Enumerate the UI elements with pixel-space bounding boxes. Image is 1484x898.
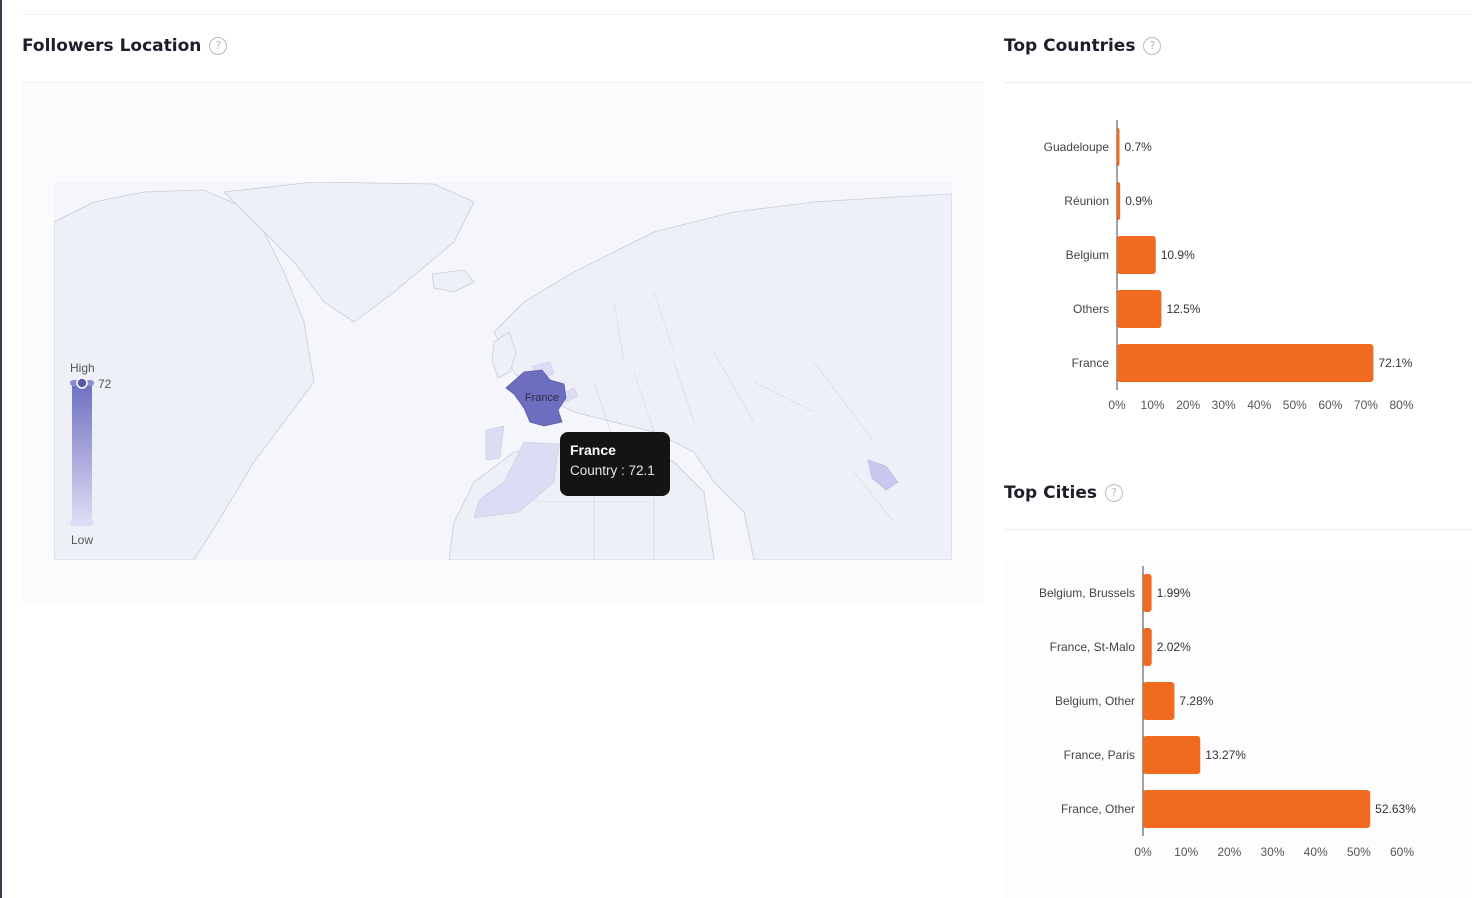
top-divider <box>22 14 1472 15</box>
tick-label: 30% <box>1212 398 1236 412</box>
followers-location-title: Followers Location ? <box>22 36 228 56</box>
top-countries-title: Top Countries ? <box>1004 36 1162 56</box>
help-icon[interactable]: ? <box>209 37 228 55</box>
bar[interactable] <box>1143 628 1152 666</box>
tooltip-title: France <box>570 442 616 458</box>
category-label: Belgium <box>1066 248 1109 262</box>
top-countries-chart[interactable]: Guadeloupe 0.7% Réunion 0.9% Belgium 10.9% Oth… <box>1004 120 1474 420</box>
category-label: Others <box>1073 302 1109 316</box>
top-countries-divider <box>1004 82 1472 83</box>
top-cities-divider <box>1004 529 1472 530</box>
value-label: 52.63% <box>1375 802 1416 816</box>
tick-label: 50% <box>1347 845 1371 859</box>
top-cities-title-text: Top Cities <box>1004 483 1098 503</box>
legend-low-label: Low <box>71 533 94 547</box>
tick-label: 80% <box>1389 398 1413 412</box>
category-label: France, St-Malo <box>1050 640 1136 654</box>
bar[interactable] <box>1117 128 1120 166</box>
bar[interactable] <box>1143 682 1175 720</box>
tick-label: 20% <box>1217 845 1241 859</box>
top-cities-chart[interactable]: Belgium, Brussels 1.99% France, St-Malo 2.0… <box>1004 566 1474 866</box>
window-edge <box>0 0 2 898</box>
legend-max-value: 72 <box>98 377 112 391</box>
tick-label: 60% <box>1318 398 1342 412</box>
value-label: 7.28% <box>1179 694 1213 708</box>
value-label: 12.5% <box>1166 302 1200 316</box>
category-label: France, Paris <box>1064 748 1135 762</box>
value-label: 13.27% <box>1205 748 1246 762</box>
category-label: Belgium, Other <box>1055 694 1135 708</box>
category-label: France <box>1072 356 1110 370</box>
tick-label: 20% <box>1176 398 1200 412</box>
tick-label: 10% <box>1141 398 1165 412</box>
tick-label: 50% <box>1283 398 1307 412</box>
tick-label: 40% <box>1304 845 1328 859</box>
category-label: Réunion <box>1064 194 1109 208</box>
world-map[interactable]: France <box>54 182 952 560</box>
tick-label: 70% <box>1354 398 1378 412</box>
tick-label: 10% <box>1174 845 1198 859</box>
value-label: 2.02% <box>1157 640 1191 654</box>
value-label: 0.7% <box>1125 140 1153 154</box>
category-label: Belgium, Brussels <box>1039 586 1135 600</box>
bar[interactable] <box>1143 574 1152 612</box>
top-cities-title: Top Cities ? <box>1004 483 1124 503</box>
tooltip-value: Country : 72.1 <box>570 463 655 478</box>
value-label: 1.99% <box>1157 586 1191 600</box>
map-country-label: France <box>525 392 559 404</box>
legend-handle-high[interactable] <box>76 377 88 389</box>
help-icon[interactable]: ? <box>1105 484 1124 502</box>
top-countries-title-text: Top Countries <box>1004 36 1136 56</box>
tick-label: 30% <box>1260 845 1284 859</box>
legend-high-label: High <box>70 361 95 375</box>
value-label: 72.1% <box>1378 356 1412 370</box>
category-label: Guadeloupe <box>1044 140 1110 154</box>
category-label: France, Other <box>1061 802 1135 816</box>
value-label: 0.9% <box>1125 194 1153 208</box>
map-tooltip: France Country : 72.1 <box>560 432 670 496</box>
tick-label: 60% <box>1390 845 1414 859</box>
followers-location-divider <box>22 82 984 83</box>
help-icon[interactable]: ? <box>1143 37 1162 55</box>
bar[interactable] <box>1117 236 1156 274</box>
legend-gradient[interactable] <box>68 376 98 530</box>
bar[interactable] <box>1143 736 1201 774</box>
tick-label: 40% <box>1247 398 1271 412</box>
followers-location-title-text: Followers Location <box>22 36 202 56</box>
legend-handle-low[interactable] <box>70 520 94 526</box>
bar[interactable] <box>1117 182 1121 220</box>
bar[interactable] <box>1117 344 1374 382</box>
tick-label: 0% <box>1108 398 1126 412</box>
bar[interactable] <box>1143 790 1371 828</box>
bar[interactable] <box>1117 290 1162 328</box>
value-label: 10.9% <box>1161 248 1195 262</box>
tick-label: 0% <box>1134 845 1152 859</box>
